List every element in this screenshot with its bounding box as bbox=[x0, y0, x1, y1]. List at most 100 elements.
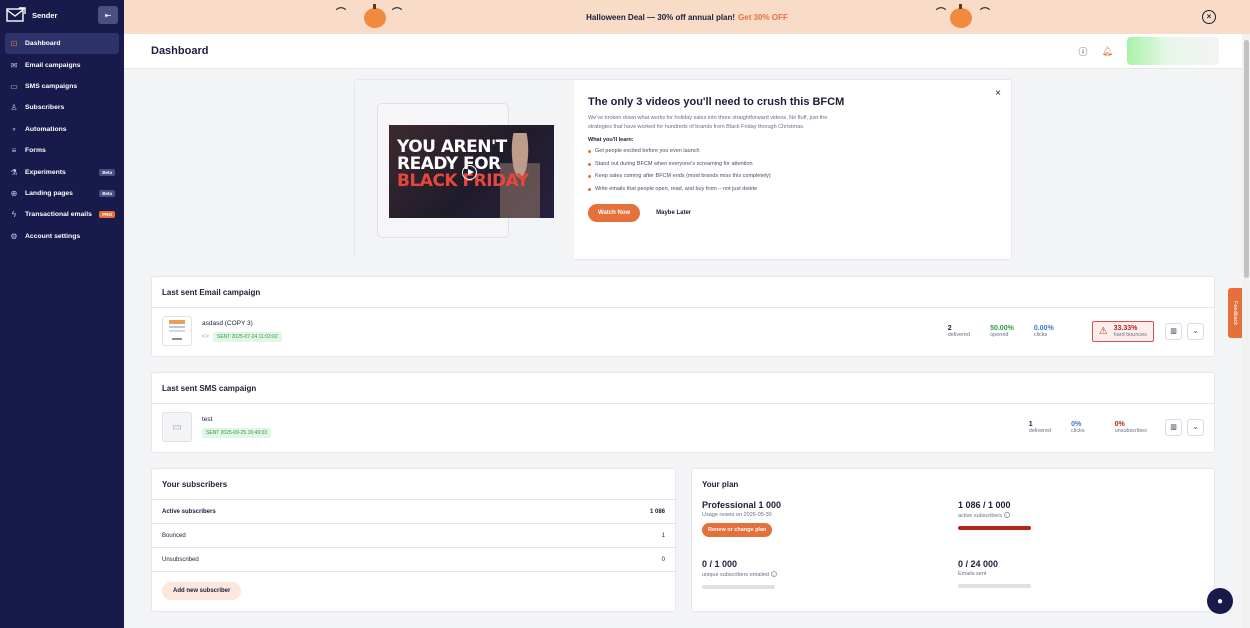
sms-thumbnail[interactable]: ▭ bbox=[162, 412, 192, 442]
sidebar-item-email-campaigns[interactable]: ✉ Email campaigns bbox=[5, 54, 119, 75]
help-icon[interactable]: ⓘ bbox=[1079, 45, 1088, 58]
sidebar-item-subscribers[interactable]: ♙ Subscribers bbox=[5, 97, 119, 118]
sidebar-nav: ⊡ Dashboard ✉ Email campaigns ▭ SMS campaig… bbox=[0, 33, 124, 247]
card-title: Last sent Email campaign bbox=[152, 277, 1214, 308]
sidebar-header: Sender ⇤ bbox=[0, 0, 124, 30]
email-preview-thumbnail[interactable] bbox=[162, 316, 192, 346]
brand-name: Sender bbox=[32, 10, 58, 20]
brand-logo[interactable]: Sender bbox=[6, 7, 57, 23]
emailed-progress-bar bbox=[702, 585, 775, 589]
unsubscribes-label: unsubscribes bbox=[1114, 427, 1147, 434]
promo-content: The only 3 videos you'll need to crush t… bbox=[588, 96, 988, 223]
promo-points: Get people excited before you even launc… bbox=[588, 145, 988, 195]
sidebar-item-sms-campaigns[interactable]: ▭ SMS campaigns bbox=[5, 76, 119, 97]
bell-icon[interactable]: 🔔︎ bbox=[1102, 46, 1113, 57]
sidebar-item-label: Email campaigns bbox=[25, 61, 81, 69]
sent-progress-bar bbox=[958, 584, 1031, 588]
preview-line bbox=[172, 338, 182, 340]
sidebar-item-transactional-emails[interactable]: ϟ Transactional emails PRO bbox=[5, 204, 119, 225]
row-label: Bounced bbox=[162, 532, 186, 539]
delivered-value: 2 bbox=[947, 324, 952, 332]
clicks-value: 0% bbox=[1071, 420, 1082, 428]
campaign-name[interactable]: test bbox=[202, 416, 271, 423]
play-icon[interactable] bbox=[462, 165, 477, 180]
banner-close-button[interactable]: × bbox=[1202, 10, 1216, 24]
chat-bubble-icon: ▭ bbox=[172, 421, 182, 433]
bat-icon: ⌒ bbox=[336, 8, 346, 19]
active-subscribers-usage: 1 086 / 1 000 active subscribers i bbox=[958, 500, 1031, 530]
sidebar-item-experiments[interactable]: ⚗ Experiments Beta bbox=[5, 161, 119, 182]
promo-description: We've broken down what works for holiday… bbox=[588, 115, 828, 130]
sidebar: Sender ⇤ ⊡ Dashboard ✉ Email campaigns ▭ SM… bbox=[0, 0, 124, 628]
subscribers-icon: ♙ bbox=[10, 103, 18, 113]
list-item: Keep sales coming after BFCM ends (most … bbox=[588, 170, 988, 183]
watch-now-button[interactable]: Watch Now bbox=[588, 204, 641, 223]
list-item: Stand out during BFCM when everyone's sc… bbox=[588, 158, 988, 171]
pro-badge: PRO bbox=[99, 211, 115, 219]
sidebar-item-label: SMS campaigns bbox=[25, 82, 78, 90]
sender-logo-icon bbox=[6, 7, 26, 22]
sidebar-item-label: Dashboard bbox=[25, 40, 61, 48]
table-row: Active subscribers 1 086 bbox=[152, 500, 675, 524]
last-email-campaign-card: Last sent Email campaign asdasd (COPY 3)… bbox=[151, 276, 1215, 357]
emailed-usage: 0 / 1 000 unique subscribers emailed i bbox=[702, 559, 777, 589]
bat-icon: ⌒ bbox=[980, 8, 990, 19]
close-icon[interactable]: × bbox=[995, 88, 1001, 99]
page-scrollbar[interactable] bbox=[1242, 34, 1250, 628]
maybe-later-button[interactable]: Maybe Later bbox=[656, 210, 691, 216]
pumpkin-icon bbox=[950, 4, 972, 28]
add-subscriber-button[interactable]: Add new subscriber bbox=[162, 582, 242, 600]
code-icon: <> bbox=[202, 334, 210, 340]
banner-cta-link[interactable]: Get 30% OFF bbox=[738, 13, 788, 22]
bounces-value: 33.33% bbox=[1113, 324, 1138, 332]
hard-bounces-alert: ⚠ 33.33% hard bounces bbox=[1091, 320, 1154, 342]
scrollbar-thumb[interactable] bbox=[1243, 40, 1249, 278]
report-button[interactable]: ▥ bbox=[1165, 322, 1182, 340]
renew-plan-button[interactable]: Renew or change plan bbox=[702, 523, 773, 537]
mail-icon: ✉ bbox=[10, 60, 18, 70]
video-title: YOU AREN'T READY FOR BLACK FRIDAY bbox=[397, 139, 529, 190]
sidebar-item-dashboard[interactable]: ⊡ Dashboard bbox=[5, 33, 119, 55]
gear-icon: ⚙ bbox=[10, 231, 18, 241]
delivered-stat: 2 delivered bbox=[948, 325, 970, 338]
delivered-label: delivered bbox=[947, 331, 971, 338]
sidebar-item-label: Experiments bbox=[25, 168, 66, 176]
row-label: Unsubscribed bbox=[162, 556, 199, 563]
chat-button[interactable]: ● bbox=[1207, 588, 1233, 614]
user-avatar[interactable] bbox=[1127, 37, 1219, 65]
report-button[interactable]: ▥ bbox=[1165, 418, 1182, 436]
sidebar-item-forms[interactable]: ≡ Forms bbox=[5, 140, 119, 161]
row-value: 1 086 bbox=[649, 508, 665, 515]
sms-icon: ▭ bbox=[10, 81, 18, 91]
more-options-button[interactable]: ⌄ bbox=[1187, 322, 1204, 340]
chat-icon: ● bbox=[1216, 595, 1224, 607]
info-icon[interactable]: i bbox=[1003, 512, 1010, 518]
sidebar-item-account-settings[interactable]: ⚙ Account settings bbox=[5, 226, 119, 247]
delivered-label: delivered bbox=[1028, 427, 1052, 434]
emailed-label-text: unique subscribers emailed bbox=[702, 572, 769, 578]
sidebar-item-landing-pages[interactable]: ⊕ Landing pages Beta bbox=[5, 183, 119, 204]
active-label-text: active subscribers bbox=[958, 513, 1003, 519]
more-options-button[interactable]: ⌄ bbox=[1187, 418, 1204, 436]
clicks-label: clicks bbox=[1033, 331, 1048, 338]
emailed-label: unique subscribers emailed i bbox=[702, 571, 777, 578]
info-icon[interactable]: i bbox=[770, 571, 777, 577]
promo-actions: Watch Now Maybe Later bbox=[588, 204, 988, 223]
feedback-tab[interactable]: Feedback bbox=[1228, 288, 1242, 338]
your-subscribers-card: Your subscribers Active subscribers 1 086… bbox=[151, 468, 676, 612]
delivered-value: 1 bbox=[1028, 420, 1033, 428]
preview-line bbox=[169, 326, 185, 328]
list-item: Write emails that people open, read, and… bbox=[588, 183, 988, 196]
sidebar-item-automations[interactable]: ∘ Automations bbox=[5, 119, 119, 140]
emailed-value: 0 / 1 000 bbox=[702, 559, 738, 569]
lightning-icon: ϟ bbox=[11, 210, 17, 220]
promo-video-thumbnail[interactable]: YOU AREN'T READY FOR BLACK FRIDAY bbox=[389, 125, 554, 218]
active-value: 1 086 / 1 000 bbox=[958, 500, 1011, 510]
clicks-stat: 0% clicks bbox=[1071, 421, 1084, 434]
pumpkin-icon bbox=[364, 4, 386, 28]
campaign-name[interactable]: asdasd (COPY 3) bbox=[202, 320, 282, 327]
active-progress-fill bbox=[958, 526, 1031, 530]
page-header: Dashboard ⓘ 🔔︎ bbox=[124, 34, 1242, 69]
campaign-row: ▭ test SENT 2025-09-25 16:49:03 1 deliver… bbox=[162, 412, 1204, 442]
sidebar-collapse-button[interactable]: ⇤ bbox=[98, 6, 118, 24]
